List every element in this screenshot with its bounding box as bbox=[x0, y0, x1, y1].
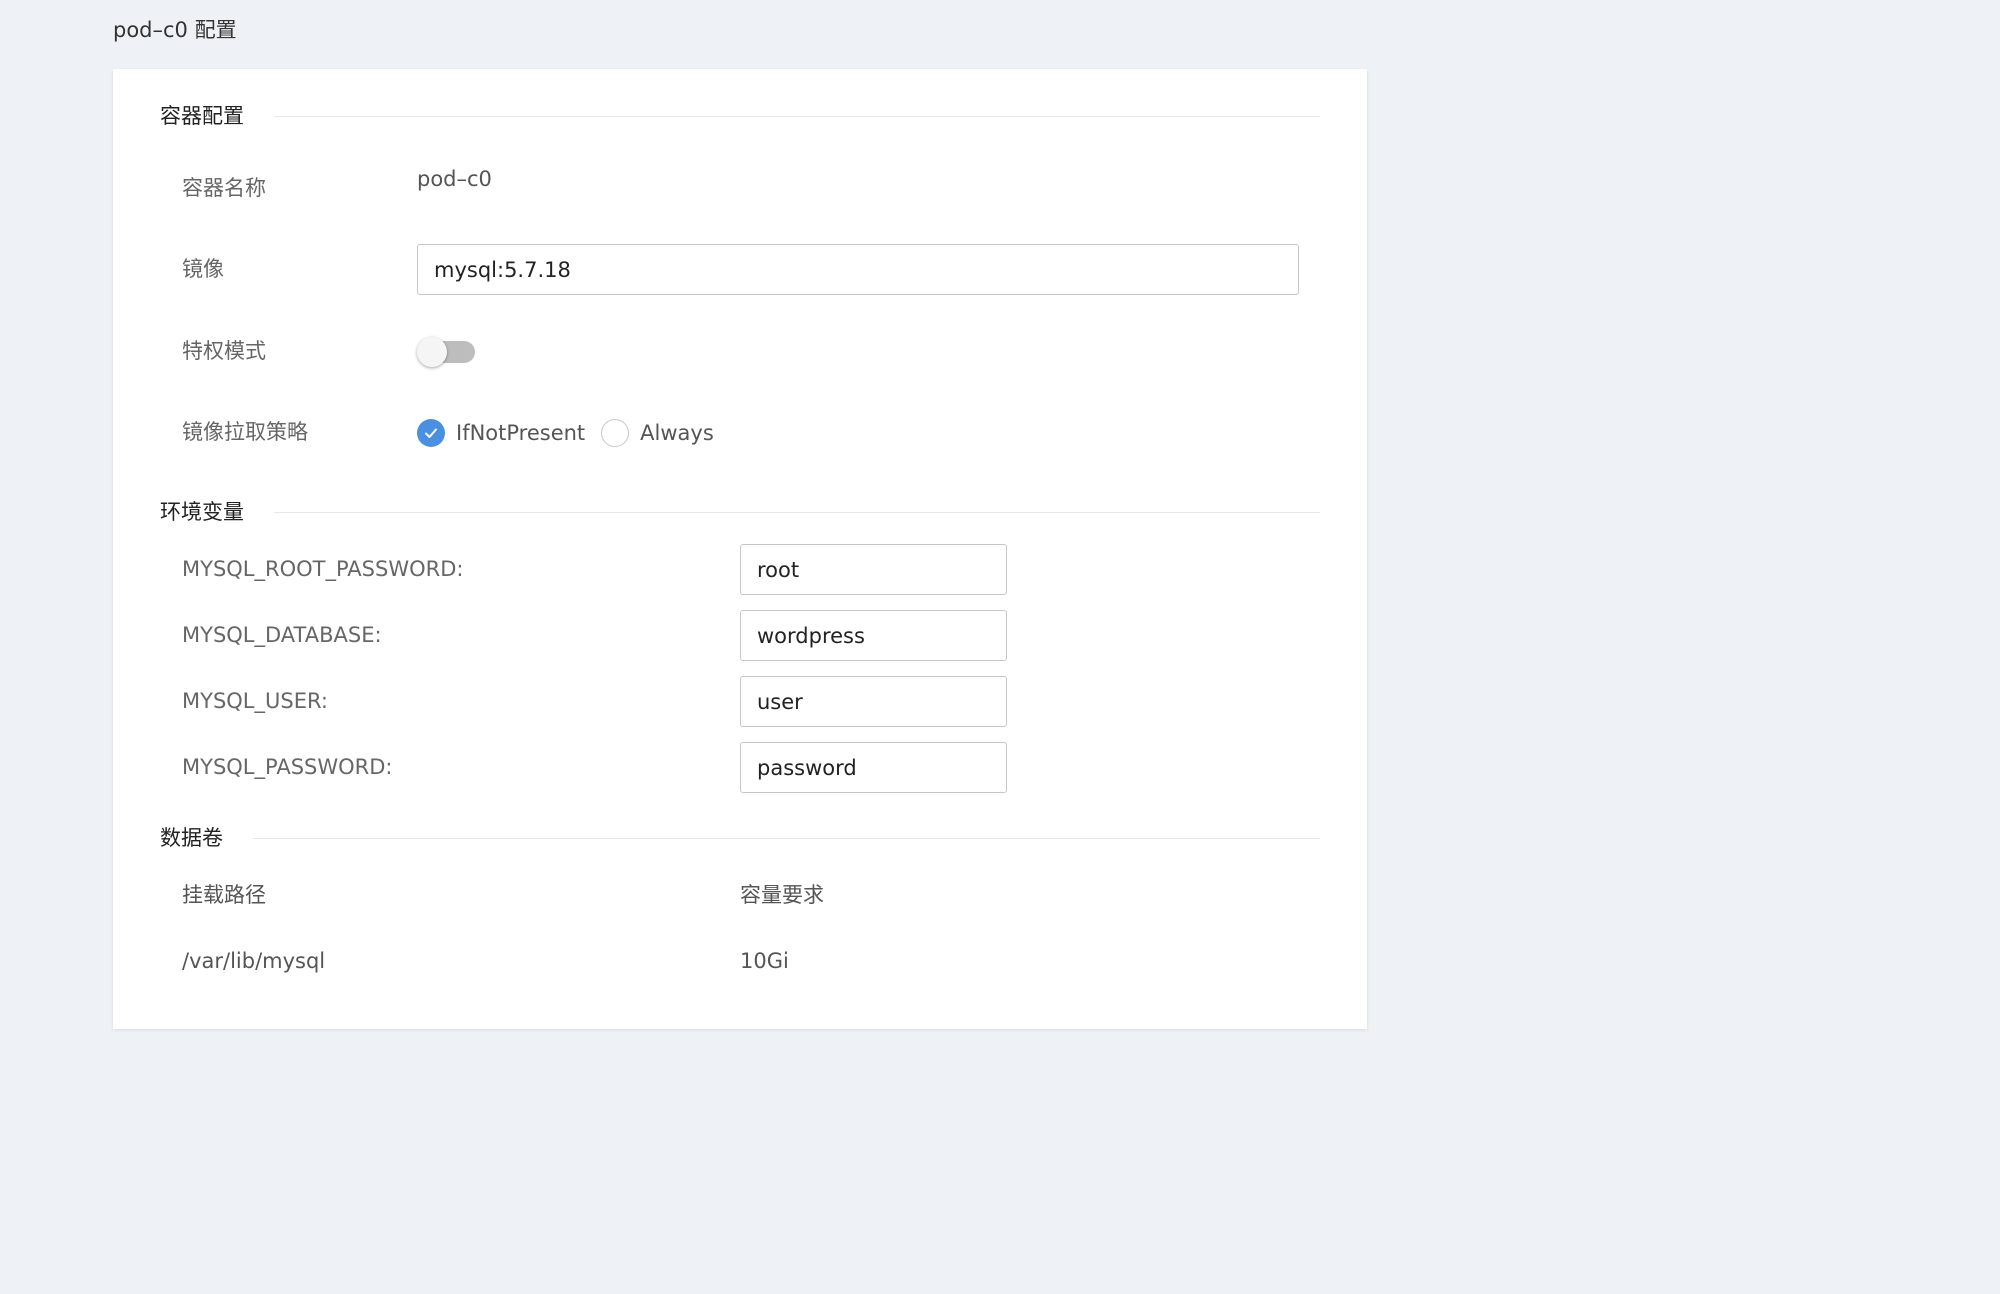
privileged-mode-toggle[interactable] bbox=[417, 337, 475, 367]
env-var-name: MYSQL_PASSWORD: bbox=[182, 755, 393, 779]
mount-path-header: 挂载路径 bbox=[182, 883, 266, 907]
section-divider bbox=[253, 837, 1320, 839]
volume-section-title: 数据卷 bbox=[160, 826, 223, 850]
page-title: pod–c0 配置 bbox=[113, 18, 237, 42]
env-var-name: MYSQL_USER: bbox=[182, 689, 328, 713]
radio-unchecked-circle bbox=[601, 419, 630, 447]
env-section-title: 环境变量 bbox=[160, 500, 244, 524]
mount-path-value: /var/lib/mysql bbox=[182, 949, 326, 973]
env-var-value-input[interactable] bbox=[740, 742, 1007, 793]
section-divider bbox=[274, 511, 1320, 513]
config-card: 容器配置 容器名称 pod–c0 镜像 特权模式 镜像拉取策略 IfNotPre… bbox=[113, 69, 1367, 1029]
env-var-value-input[interactable] bbox=[740, 676, 1007, 727]
volume-section-header: 数据卷 bbox=[160, 824, 1320, 852]
section-divider bbox=[274, 115, 1320, 117]
radio-ifnotpresent[interactable]: IfNotPresent bbox=[417, 419, 585, 447]
pull-policy-radio-group: IfNotPresent Always bbox=[417, 418, 730, 448]
image-label: 镜像 bbox=[182, 257, 224, 281]
privileged-mode-label: 特权模式 bbox=[182, 339, 266, 363]
image-input[interactable] bbox=[417, 244, 1299, 295]
radio-always[interactable]: Always bbox=[601, 419, 714, 447]
container-section-header: 容器配置 bbox=[160, 102, 1320, 130]
env-var-name: MYSQL_DATABASE: bbox=[182, 623, 382, 647]
radio-always-label: Always bbox=[640, 421, 714, 445]
toggle-knob bbox=[417, 337, 447, 367]
env-var-value-input[interactable] bbox=[740, 610, 1007, 661]
env-var-value-input[interactable] bbox=[740, 544, 1007, 595]
capacity-header: 容量要求 bbox=[740, 883, 824, 907]
check-icon bbox=[425, 428, 437, 438]
env-var-name: MYSQL_ROOT_PASSWORD: bbox=[182, 557, 464, 581]
container-name-label: 容器名称 bbox=[182, 176, 266, 200]
capacity-value: 10Gi bbox=[740, 949, 789, 973]
container-name-value: pod–c0 bbox=[417, 167, 492, 191]
radio-checked-circle bbox=[417, 419, 445, 447]
container-section-title: 容器配置 bbox=[160, 104, 244, 128]
radio-ifnotpresent-label: IfNotPresent bbox=[456, 421, 586, 445]
pull-policy-label: 镜像拉取策略 bbox=[182, 420, 308, 444]
env-section-header: 环境变量 bbox=[160, 498, 1320, 526]
